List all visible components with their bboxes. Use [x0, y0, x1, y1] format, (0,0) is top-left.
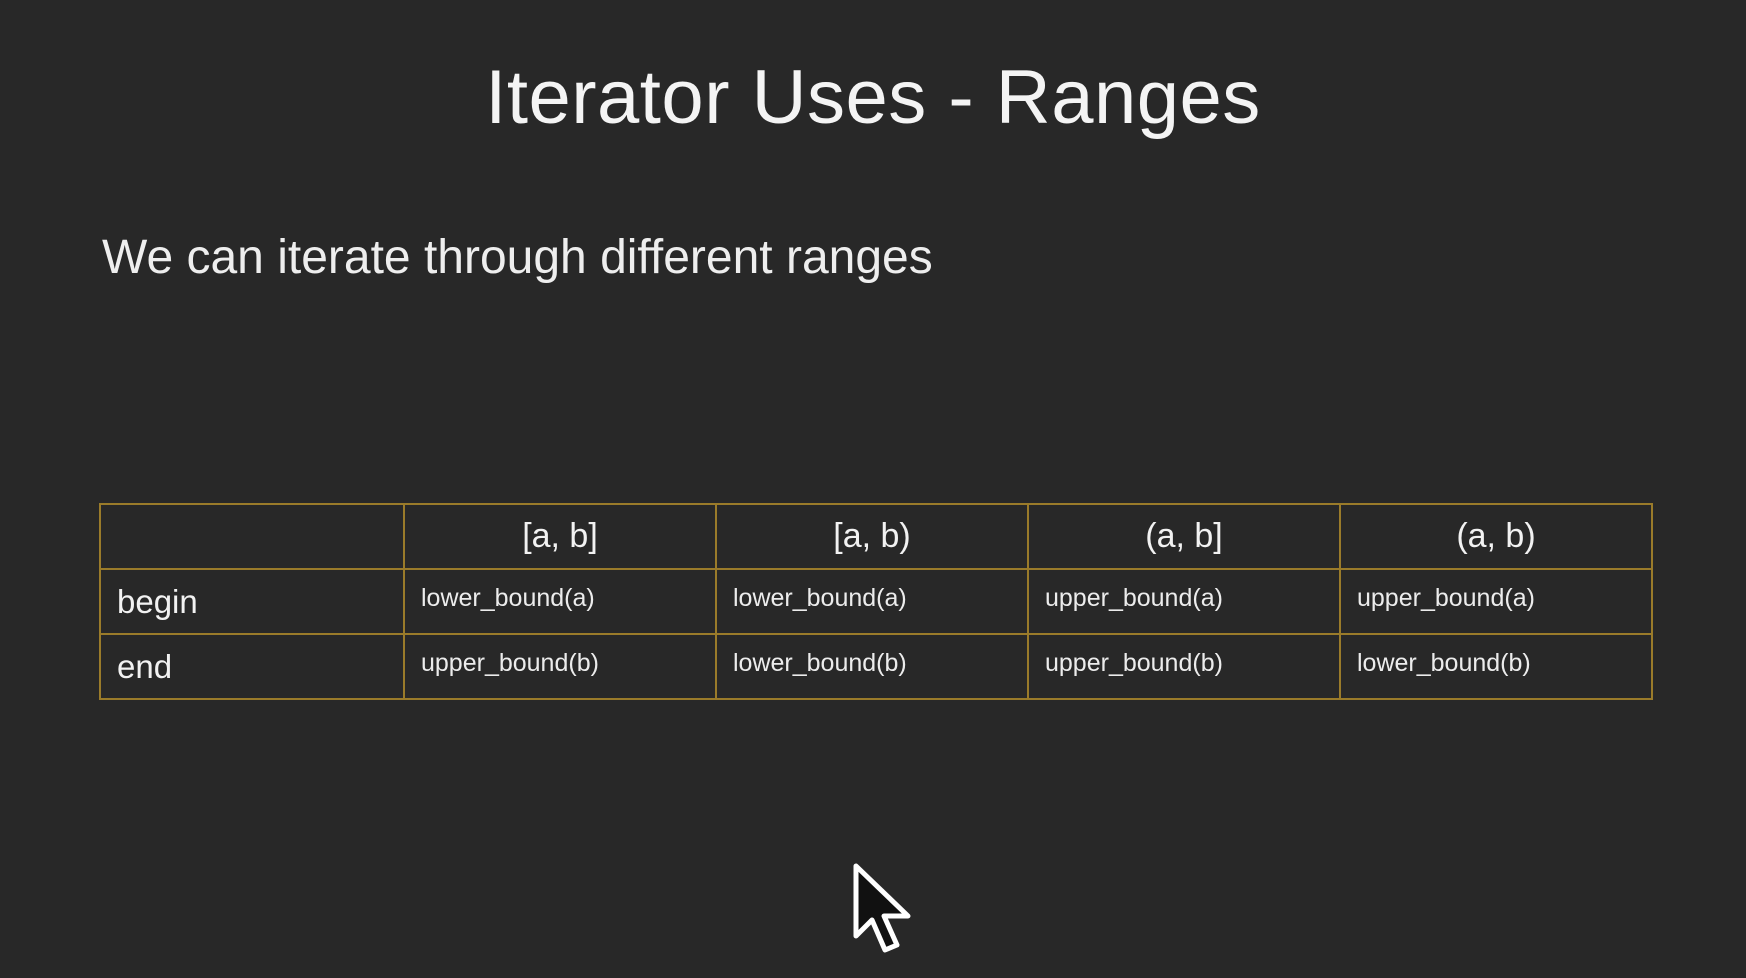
- table-cell: lower_bound(b): [1339, 633, 1653, 700]
- row-label-begin: begin: [99, 568, 405, 635]
- slide: Iterator Uses - Ranges We can iterate th…: [0, 0, 1746, 978]
- table-cell: lower_bound(b): [715, 633, 1029, 700]
- table-cell: upper_bound(a): [1027, 568, 1341, 635]
- table-cell: lower_bound(a): [403, 568, 717, 635]
- table-row-begin: begin lower_bound(a) lower_bound(a) uppe…: [99, 568, 1653, 635]
- table-corner-cell: [99, 503, 405, 570]
- table-header-row: [a, b] [a, b) (a, b] (a, b): [99, 503, 1653, 570]
- column-header-closed-closed: [a, b]: [403, 503, 717, 570]
- column-header-closed-open: [a, b): [715, 503, 1029, 570]
- row-label-end: end: [99, 633, 405, 700]
- table-cell: upper_bound(a): [1339, 568, 1653, 635]
- ranges-table: [a, b] [a, b) (a, b] (a, b) begin lower_…: [99, 503, 1653, 700]
- mouse-pointer-icon: [853, 863, 911, 953]
- table-cell: lower_bound(a): [715, 568, 1029, 635]
- slide-subtitle: We can iterate through different ranges: [102, 231, 933, 284]
- slide-title: Iterator Uses - Ranges: [485, 55, 1261, 140]
- table-cell: upper_bound(b): [1027, 633, 1341, 700]
- table-cell: upper_bound(b): [403, 633, 717, 700]
- column-header-open-open: (a, b): [1339, 503, 1653, 570]
- table-row-end: end upper_bound(b) lower_bound(b) upper_…: [99, 633, 1653, 700]
- column-header-open-closed: (a, b]: [1027, 503, 1341, 570]
